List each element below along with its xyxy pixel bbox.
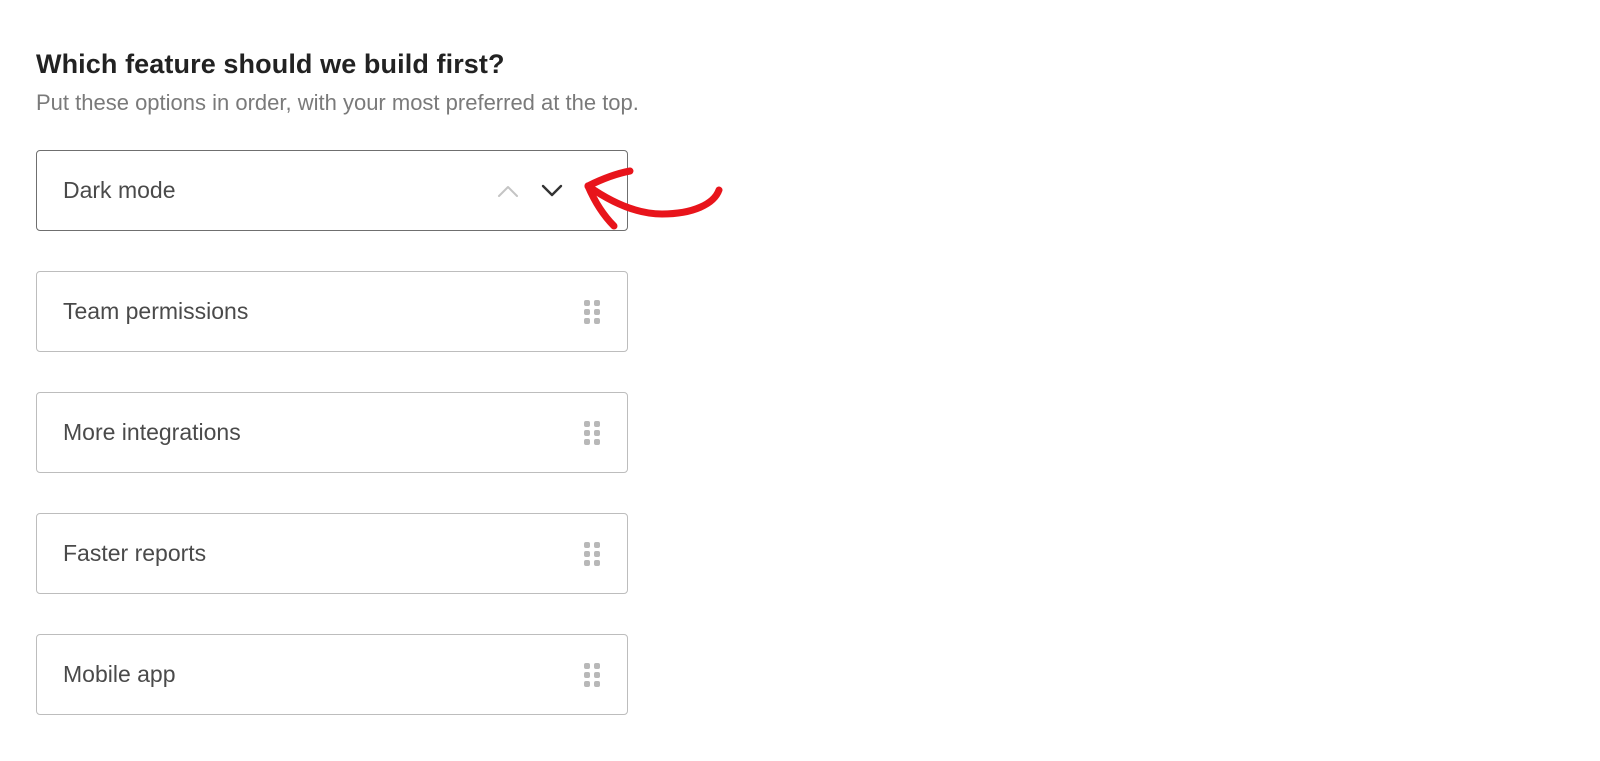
drag-handle[interactable] [583, 299, 601, 325]
option-label: Mobile app [63, 661, 176, 687]
question-hint: Put these options in order, with your mo… [36, 90, 639, 115]
drag-handle-icon [584, 300, 600, 324]
ranking-option-more-integrations[interactable]: More integrations [36, 392, 628, 473]
drag-handle[interactable] [583, 541, 601, 567]
move-up-button[interactable] [495, 178, 521, 204]
drag-handle-icon [584, 663, 600, 687]
question-header: Which feature should we build first? Put… [36, 46, 796, 118]
option-label: Faster reports [63, 540, 207, 566]
drag-handle[interactable] [583, 662, 601, 688]
chevron-up-icon [498, 186, 518, 197]
chevron-down-icon [541, 184, 563, 197]
ranking-option-team-permissions[interactable]: Team permissions [36, 271, 628, 352]
option-label: More integrations [63, 419, 241, 445]
ranking-option-dark-mode[interactable]: Dark mode [36, 150, 628, 231]
move-down-button[interactable] [539, 178, 565, 204]
question-title: Which feature should we build first? [36, 49, 505, 79]
drag-handle-icon [584, 542, 600, 566]
option-label: Dark mode [63, 177, 176, 203]
ranking-option-faster-reports[interactable]: Faster reports [36, 513, 628, 594]
drag-handle[interactable] [583, 420, 601, 446]
reorder-controls [495, 175, 565, 207]
ranking-list: Dark mode Team permissions More integrat… [36, 150, 628, 755]
drag-handle-icon [584, 421, 600, 445]
option-label: Team permissions [63, 298, 249, 324]
ranking-option-mobile-app[interactable]: Mobile app [36, 634, 628, 715]
